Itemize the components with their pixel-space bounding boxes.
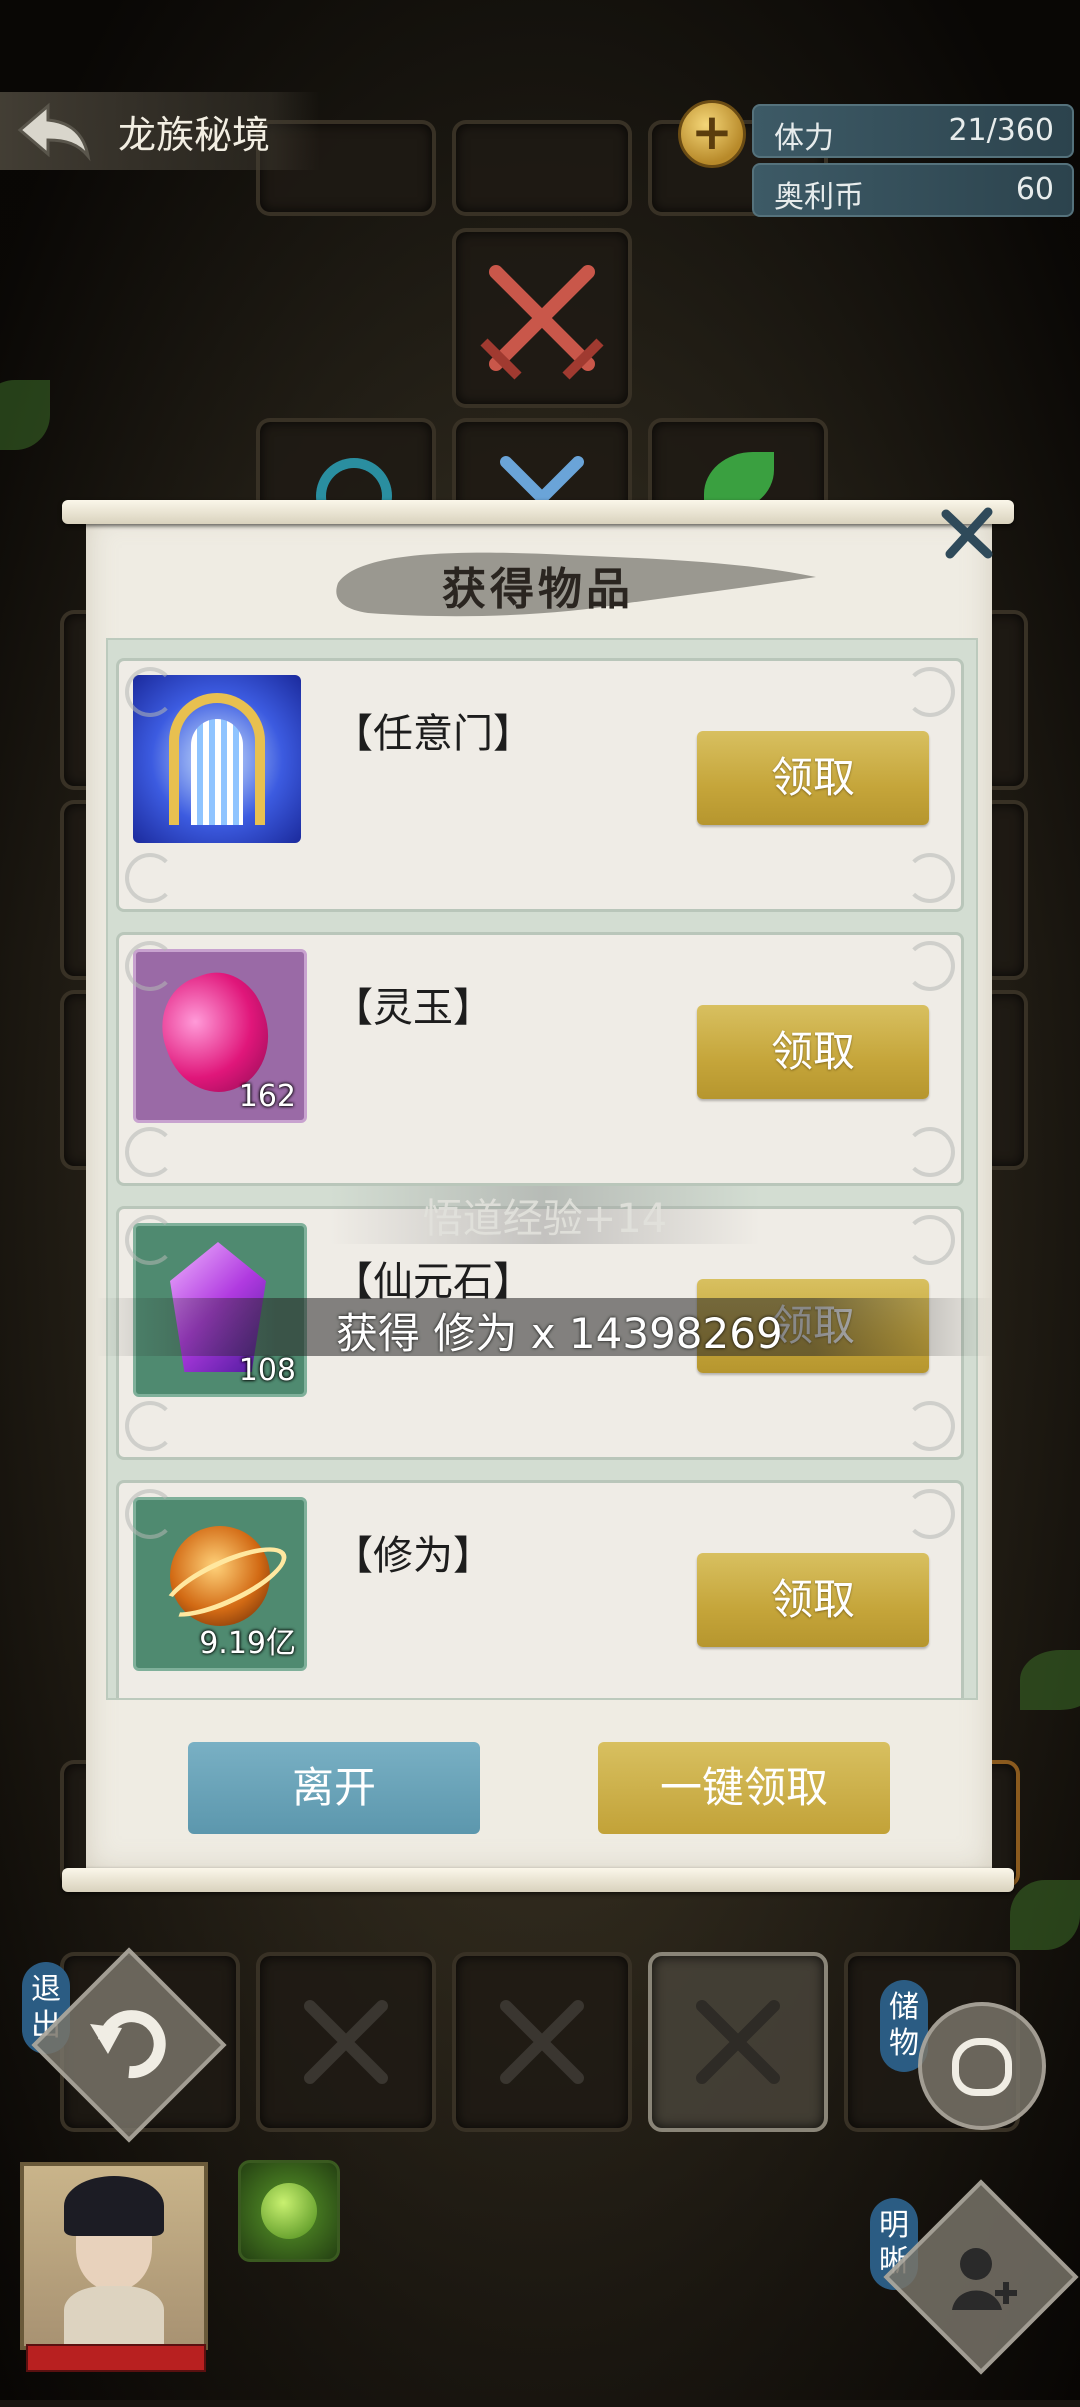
item-name: 【任意门】 <box>333 711 533 757</box>
green-fruit-icon <box>261 2183 317 2239</box>
dialog-title: 获得物品 <box>442 564 634 615</box>
claim-button[interactable]: 领取 <box>697 1005 929 1099</box>
board-tile-battle[interactable] <box>452 228 632 408</box>
reward-gain-notice: 获得 修为 x 14398269 <box>96 1298 994 1358</box>
reward-list[interactable]: 【任意门】 领取 162 【灵玉】 领取 108 【仙元石】 领取 9.19亿 … <box>106 638 978 1700</box>
bag-icon <box>952 2038 1012 2096</box>
claim-button[interactable]: 领取 <box>697 1553 929 1647</box>
undo-arrow-icon <box>90 2010 166 2079</box>
dark-swords-icon <box>500 2000 584 2084</box>
item-count: 162 <box>238 1079 296 1114</box>
claim-button[interactable]: 领取 <box>697 731 929 825</box>
health-bar <box>26 2344 206 2372</box>
board-tile[interactable] <box>256 1952 436 2132</box>
back-arrow-icon[interactable] <box>14 100 94 162</box>
storage-bag-button[interactable] <box>918 2002 1046 2130</box>
claim-all-button[interactable]: 一键领取 <box>598 1742 890 1834</box>
item-name: 【修为】 <box>333 1533 493 1579</box>
scholar-icon <box>952 2248 1017 2310</box>
item-count: 9.19亿 <box>199 1626 296 1661</box>
add-stamina-button[interactable]: + <box>678 100 746 168</box>
stat-label: 体力 <box>774 121 834 156</box>
board-tile[interactable] <box>452 120 632 216</box>
dark-swords-icon <box>304 2000 388 2084</box>
board-tile[interactable] <box>452 1952 632 2132</box>
scroll-rod-top <box>62 500 1014 524</box>
crossed-swords-icon <box>480 265 604 380</box>
reward-item: 【任意门】 领取 <box>116 658 964 912</box>
fruit-item-slot[interactable] <box>238 2160 340 2262</box>
leave-button[interactable]: 离开 <box>188 1742 480 1834</box>
currency-stat: 奥利币 60 <box>752 163 1074 217</box>
character-portrait[interactable] <box>20 2162 208 2350</box>
reward-item: 9.19亿 【修为】 领取 <box>116 1480 964 1698</box>
dark-swords-icon <box>696 2000 780 2084</box>
stamina-stat: 体力 21/360 <box>752 104 1074 158</box>
reward-item: 162 【灵玉】 领取 <box>116 932 964 1186</box>
exp-gain-notice: 悟道经验+14 <box>330 1186 760 1244</box>
close-icon[interactable] <box>938 504 996 562</box>
item-count: 108 <box>238 1353 296 1388</box>
item-name: 【灵玉】 <box>333 985 493 1031</box>
reward-gain-text: 获得 修为 x 14398269 <box>336 1309 783 1358</box>
stat-label: 奥利币 <box>774 180 864 215</box>
page-title: 龙族秘境 <box>118 113 271 157</box>
stat-value: 21/360 <box>948 113 1054 148</box>
leaf-decoration <box>1010 1880 1080 1950</box>
stat-value: 60 <box>1015 172 1054 207</box>
board-tile-current[interactable] <box>648 1952 828 2132</box>
scroll-rod-bottom <box>62 1868 1014 1892</box>
